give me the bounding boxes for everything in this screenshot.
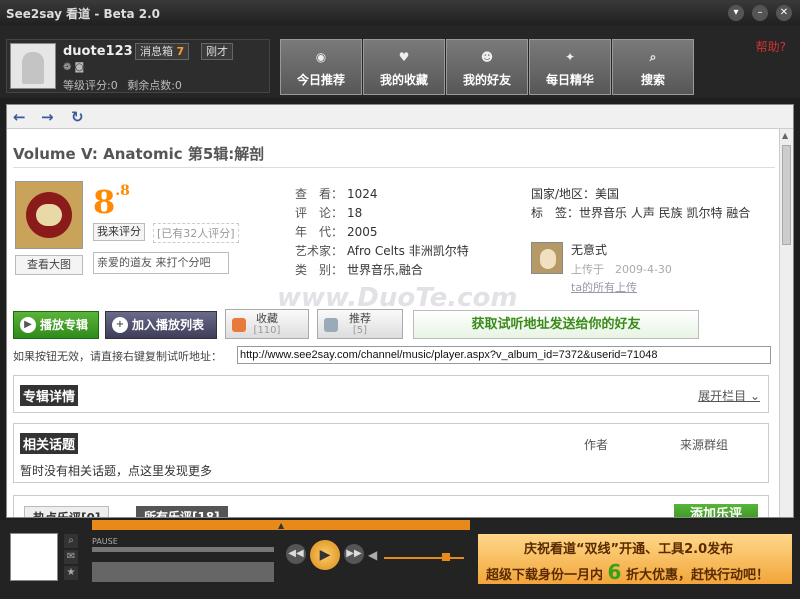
album-cover[interactable]: [15, 181, 83, 249]
search-icon: ⌕: [649, 50, 657, 64]
rate-button[interactable]: 我来评分: [93, 223, 145, 241]
track-info-box: [92, 562, 274, 582]
tab-all-reviews[interactable]: 所有乐评[18]: [136, 506, 228, 517]
tags-value[interactable]: 世界音乐 人声 民族 凯尔特 融合: [579, 206, 750, 220]
related-topics-heading: 相关话题: [20, 433, 79, 454]
play-album-button[interactable]: ▶ 播放专辑: [13, 311, 99, 339]
user-points: 等级评分:0 剩余点数:0: [63, 77, 182, 93]
scrollbar[interactable]: ▲: [779, 129, 793, 517]
tab-search[interactable]: ⌕ 搜索: [612, 39, 694, 95]
url-hint: 如果按钮无效，请直接右键复制试听地址：: [13, 350, 222, 363]
forward-arrow-icon[interactable]: →: [41, 108, 54, 126]
player-side-icons: ⌕ ✉ ★: [64, 534, 78, 582]
volume-knob[interactable]: [442, 553, 450, 561]
tab-daily-best[interactable]: ✦ 每日精华: [529, 39, 611, 95]
search-icon[interactable]: ⌕: [64, 534, 78, 548]
disc-icon: ◉: [315, 50, 327, 64]
album-details-heading: 专辑详情: [20, 385, 79, 406]
play-icon: ▶: [20, 317, 36, 333]
username[interactable]: duote123: [63, 44, 133, 59]
inbox-button[interactable]: 消息箱 7: [135, 43, 190, 60]
rate-count: [已有32人评分]: [153, 223, 239, 243]
col-author: 作者: [584, 438, 609, 452]
chat-icon[interactable]: ✉: [64, 550, 78, 564]
player-state: PAUSE: [92, 537, 118, 546]
inbox-count: 7: [176, 45, 185, 58]
star-icon[interactable]: ★: [64, 566, 78, 580]
player-cover: [10, 533, 58, 581]
album-title: Volume V: Anatomic 第5辑:解剖: [13, 145, 265, 163]
artist-link[interactable]: Afro Celts 非洲凯尔特: [347, 244, 469, 258]
user-panel: duote123 消息箱 7 刚才 ❁ ◙ 等级评分:0 剩余点数:0: [6, 39, 270, 93]
recommend-icon: [324, 318, 338, 332]
minimize-icon[interactable]: –: [752, 5, 768, 21]
send-to-friend-button[interactable]: 获取试听地址发送给你的好友: [413, 310, 699, 339]
add-to-playlist-button[interactable]: + 加入播放列表: [105, 311, 217, 339]
cover-art-eye: [36, 204, 62, 226]
tab-hot-reviews[interactable]: 热点乐评[0]: [24, 506, 110, 517]
uploader-face-icon: [540, 249, 556, 269]
album-meta-right: 国家/地区：美国 标 签：世界音乐 人声 民族 凯尔特 融合: [531, 187, 751, 220]
plus-icon: +: [112, 317, 128, 333]
heart-icon: ♥: [398, 50, 410, 64]
window-title: See2say 看道 - Beta 2.0: [6, 7, 161, 21]
avatar-silhouette-icon: [22, 52, 44, 84]
reviews-panel: 热点乐评[0] 所有乐评[18] 添加乐评: [13, 495, 769, 517]
uploader-name[interactable]: 无意式: [571, 241, 607, 258]
tab-today-recommend[interactable]: ◉ 今日推荐: [280, 39, 362, 95]
player-bar: ▲ ⌕ ✉ ★ PAUSE ◀◀ ▶ ▶▶ ◀ 庆祝看道“双线”开通、工具2.0…: [0, 520, 800, 599]
album-score: 8.8: [93, 183, 130, 221]
browser-toolbar: ← → ↻: [7, 105, 793, 129]
inbox-label: 消息箱: [140, 45, 173, 58]
refresh-icon[interactable]: ↻: [71, 108, 84, 126]
upload-date: 上传于 2009-4-30: [571, 263, 672, 276]
lightbulb-icon: ✦: [564, 50, 576, 64]
collapse-up-icon[interactable]: ▲: [278, 521, 284, 530]
just-now-badge[interactable]: 刚才: [201, 43, 233, 60]
main-nav: ◉ 今日推荐 ♥ 我的收藏 ☻ 我的好友 ✦ 每日精华 ⌕ 搜索: [280, 39, 695, 95]
play-pause-button[interactable]: ▶: [310, 540, 340, 570]
previous-icon[interactable]: ◀◀: [286, 544, 306, 564]
uploader-avatar[interactable]: [531, 242, 563, 274]
volume-slider[interactable]: [384, 553, 464, 561]
add-review-button[interactable]: 添加乐评: [674, 504, 758, 517]
menu-dropdown-icon[interactable]: ▾: [728, 5, 744, 21]
scroll-up-icon[interactable]: ▲: [782, 131, 788, 140]
friends-icon: ☻: [480, 50, 494, 64]
next-icon[interactable]: ▶▶: [344, 544, 364, 564]
status-icons: ❁ ◙: [63, 62, 85, 73]
tab-my-friends[interactable]: ☻ 我的好友: [446, 39, 528, 95]
listen-url-field[interactable]: http://www.see2say.com/channel/music/pla…: [237, 346, 771, 364]
heart-icon: [232, 318, 246, 332]
recommend-button[interactable]: 推荐 [5]: [317, 309, 403, 339]
remaining-points: 剩余点数:0: [127, 79, 182, 92]
seek-bar[interactable]: [92, 547, 274, 552]
volume-icon[interactable]: ◀: [368, 548, 377, 562]
all-uploads-link[interactable]: ta的所有上传: [571, 279, 637, 295]
player-collapse-bar[interactable]: ▲: [92, 520, 470, 530]
favorite-button[interactable]: 收藏 [110]: [225, 309, 309, 339]
no-topics-link[interactable]: 暂时没有相关话题，点这里发现更多: [20, 462, 212, 479]
close-icon[interactable]: ✕: [776, 5, 792, 21]
avatar[interactable]: [10, 43, 56, 89]
region-value: 美国: [595, 187, 620, 201]
col-source-group: 来源群组: [680, 438, 729, 452]
level-score: 等级评分:0: [63, 79, 118, 92]
content-area: ← → ↻ ▲ Volume V: Anatomic 第5辑:解剖 查看大图 8…: [6, 104, 794, 518]
tab-my-favorites[interactable]: ♥ 我的收藏: [363, 39, 445, 95]
album-meta: 查 看： 1024 评 论： 18 年 代： 2005 艺术家： Afro Celts …: [295, 187, 469, 277]
expand-section-link[interactable]: 展开栏目 ⌄: [698, 387, 760, 404]
rating-prompt-field[interactable]: 亲爱的道友 来打个分吧: [93, 252, 229, 274]
promo-banner[interactable]: 庆祝看道“双线”开通、工具2.0发布 超级下载身份一月内 6 折大优惠，赶快行动…: [478, 534, 792, 584]
header: duote123 消息箱 7 刚才 ❁ ◙ 等级评分:0 剩余点数:0 ◉ 今日…: [0, 26, 800, 98]
title-bar: See2say 看道 - Beta 2.0 ▾ – ✕: [0, 0, 800, 26]
view-large-button[interactable]: 查看大图: [15, 255, 83, 275]
related-topics-panel: 相关话题 作者 来源群组 暂时没有相关话题，点这里发现更多: [13, 423, 769, 483]
divider: [13, 167, 775, 168]
back-arrow-icon[interactable]: ←: [13, 108, 26, 126]
chevron-down-icon: ⌄: [749, 389, 760, 403]
help-link[interactable]: 帮助?: [756, 38, 786, 55]
scroll-thumb[interactable]: [782, 145, 791, 245]
album-details-panel: 专辑详情 展开栏目 ⌄: [13, 375, 769, 413]
